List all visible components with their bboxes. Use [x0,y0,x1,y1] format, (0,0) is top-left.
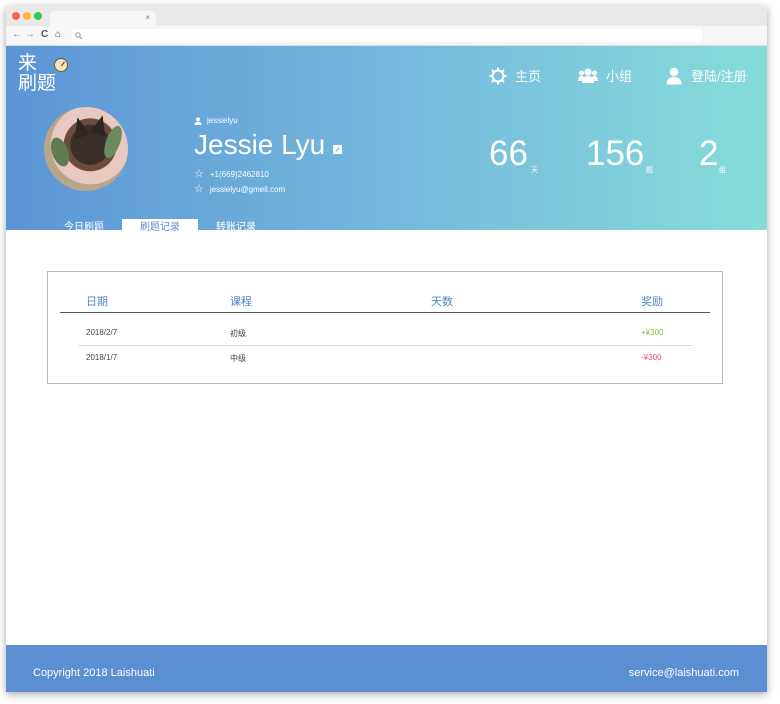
star-icon: ☆ [194,168,204,180]
browser-tab[interactable]: × [50,11,156,26]
column-header-days[interactable]: 天数 [431,293,453,309]
history-table: 日期 课程 天数 奖励 2018/2/7 初级 +¥300 2018/1/7 中… [47,271,723,384]
stat-days-value: 66 [489,134,528,173]
profile-name: Jessie Lyu [194,128,343,162]
nav-home-link[interactable]: 主页 [489,66,541,85]
contact-email-link[interactable]: service@laishuati.com [629,667,739,679]
tab-transfers[interactable]: 转账记录 [198,219,274,236]
stat-days-unit: 天 [531,167,538,174]
close-window-button[interactable] [12,12,20,20]
cell-date: 2018/2/7 [86,328,118,337]
user-icon [666,67,682,84]
minimize-window-button[interactable] [23,12,31,20]
stat-questions-unit: 题 [646,167,653,174]
star-icon: ☆ [194,183,204,195]
home-icon[interactable]: ⌂ [55,29,61,41]
user-icon [194,116,202,125]
profile-header: 来 刷题 主页 小组 登陆/注册 jessielyu Jessie Lyu ☆ … [6,46,767,236]
profile-username: jessielyu [194,116,238,125]
stat-questions: 156 题 [586,134,653,175]
avatar[interactable] [44,107,128,191]
browser-window: × ← → C ⌂ 来 刷题 主页 小组 登陆/注册 jessielyu Jes… [6,6,767,692]
copyright-text: Copyright 2018 Laishuati [33,667,155,679]
nav-login-link[interactable]: 登陆/注册 [665,66,747,85]
stat-groups-value: 2 [699,134,719,173]
table-header: 日期 课程 天数 奖励 [60,292,710,313]
stat-questions-value: 156 [586,134,645,173]
cell-date: 2018/1/7 [86,353,118,362]
email-text: jessielyu@gmeil.com [209,184,286,194]
site-logo[interactable]: 来 刷题 [18,54,68,98]
cell-course: 初级 [230,329,246,338]
column-header-date[interactable]: 日期 [86,293,108,309]
nav-login-label: 登陆/注册 [691,69,747,84]
back-icon[interactable]: ← [12,29,22,41]
address-bar[interactable] [72,29,702,42]
nav-group-link[interactable]: 小组 [578,66,632,85]
clock-icon [54,58,68,72]
browser-titlebar: × [6,6,767,26]
tab-today[interactable]: 今日刷题 [46,219,122,236]
users-icon [578,68,598,83]
reload-icon[interactable]: C [41,29,48,41]
logo-text-line2: 刷题 [18,73,57,94]
nav-group-label: 小组 [606,69,633,84]
maximize-window-button[interactable] [34,12,42,20]
nav-home-label: 主页 [515,69,542,84]
profile-tabs: 今日刷题 刷题记录 转账记录 [46,219,274,236]
profile-email: ☆ jessielyu@gmeil.com [194,183,286,195]
table-row[interactable]: 2018/1/7 中级 -¥300 [78,346,693,370]
tab-close-icon[interactable]: × [145,13,150,23]
cell-course: 中级 [230,354,246,363]
table-row[interactable]: 2018/2/7 初级 +¥300 [78,321,693,346]
username-text: jessielyu [207,116,238,125]
stat-groups: 2 组 [699,134,726,175]
forward-icon[interactable]: → [25,29,35,41]
column-header-reward[interactable]: 奖励 [641,293,663,309]
cell-reward: +¥300 [641,328,664,337]
name-text: Jessie Lyu [194,129,326,160]
phone-text: +1(669)2462810 [209,169,269,179]
column-header-course[interactable]: 课程 [230,293,252,309]
page-footer: Copyright 2018 Laishuati service@laishua… [6,645,767,692]
sun-icon [489,67,507,84]
edit-icon[interactable] [333,144,343,154]
stat-days: 66 天 [489,134,538,175]
browser-toolbar: ← → C ⌂ [6,26,767,46]
search-icon [75,32,83,40]
cell-reward: -¥300 [641,353,662,362]
tab-history[interactable]: 刷题记录 [122,219,198,236]
stat-groups-unit: 组 [719,167,726,174]
profile-phone: ☆ +1(669)2462810 [194,168,269,180]
